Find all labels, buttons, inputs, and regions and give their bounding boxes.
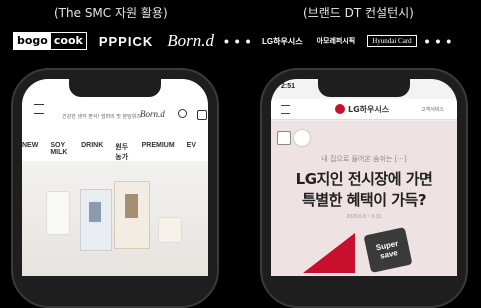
left-cart-icon[interactable] (197, 110, 207, 120)
badge-text: Super save (375, 238, 400, 261)
right-logo-row: LG하우시스 아모레퍼시픽 Hyundai Card • • • (262, 32, 452, 50)
left-logo-row: bogo cook PPPICK Born.d • • • (13, 31, 252, 50)
nav-item[interactable]: NEW (22, 142, 38, 162)
hyundai-card-logo: Hyundai Card (367, 35, 417, 47)
arrow-graphic (303, 233, 355, 273)
amorepacific-logo: 아모레퍼시픽 (316, 38, 356, 45)
nav-item[interactable]: 원두농가 (115, 142, 129, 162)
promo-headline-2: 특별한 혜택이 가득? (301, 191, 427, 209)
lg-logo-icon (335, 104, 345, 114)
left-phone-screen: 건강한 생각 편식! 엄마의 맛 본담위즈 Born.d NEW SOY MIL… (22, 79, 208, 276)
right-phone-screen: 2:51 LG하우시스 고객서비스 내 집으로 들어온 숨쉬는 [···] LG… (271, 79, 457, 276)
logo-badge (293, 129, 311, 147)
status-time: 2:51 (281, 83, 296, 90)
product-hero-image (22, 161, 208, 276)
carton-label (125, 194, 138, 218)
promo-date: 2020.6.8 ~ 6.31 (346, 214, 382, 220)
right-menu-icon[interactable] (281, 105, 290, 114)
nav-item[interactable]: PREMIUM (142, 142, 175, 162)
bogocook-logo: bogo cook (13, 32, 87, 50)
promo-subtitle: 내 집으로 들어온 숨쉬는 [···] (321, 155, 407, 163)
super-save-badge: Super save (363, 227, 413, 273)
left-nav: NEW SOY MILK DRINK 원두농가 PREMIUM EV (22, 142, 208, 162)
carton-label (89, 202, 101, 222)
nav-item[interactable]: SOY MILK (50, 142, 69, 162)
ppick-logo: PPPICK (98, 33, 154, 49)
right-brand: LG하우시스 (348, 105, 390, 114)
bornd-logo: Born.d (167, 31, 214, 50)
right-notch (318, 79, 410, 97)
milk-glass (46, 191, 70, 235)
milk-carton-left (80, 189, 112, 251)
pudding-cup (158, 217, 182, 243)
customer-service-link[interactable]: 고객서비스 (421, 106, 444, 113)
gift-icon (277, 131, 291, 145)
caption-right: (브랜드 DT 컨설턴시) (303, 6, 414, 20)
caption-left: (The SMC 자원 활용) (54, 6, 168, 20)
nav-item[interactable]: DRINK (81, 142, 103, 162)
left-notch (69, 79, 161, 97)
left-search-icon[interactable] (178, 109, 187, 118)
nav-item[interactable]: EV (187, 142, 196, 162)
more-logos-icon: • • • (223, 33, 252, 49)
left-menu-icon[interactable] (34, 104, 44, 114)
left-site-brand: Born.d (140, 109, 165, 119)
milk-carton-right (114, 181, 150, 249)
lg-hausys-logo: LG하우시스 (262, 36, 303, 46)
left-site-tagline: 건강한 생각 편식! 엄마의 맛 본담위즈 (62, 114, 141, 120)
right-header: LG하우시스 고객서비스 (271, 99, 457, 120)
promo-headline-1: LG지인 전시장에 가면 (295, 170, 433, 188)
more-logos-icon: • • • (424, 33, 453, 49)
promo-banner: 내 집으로 들어온 숨쉬는 [···] LG지인 전시장에 가면 특별한 혜택이… (271, 121, 457, 276)
